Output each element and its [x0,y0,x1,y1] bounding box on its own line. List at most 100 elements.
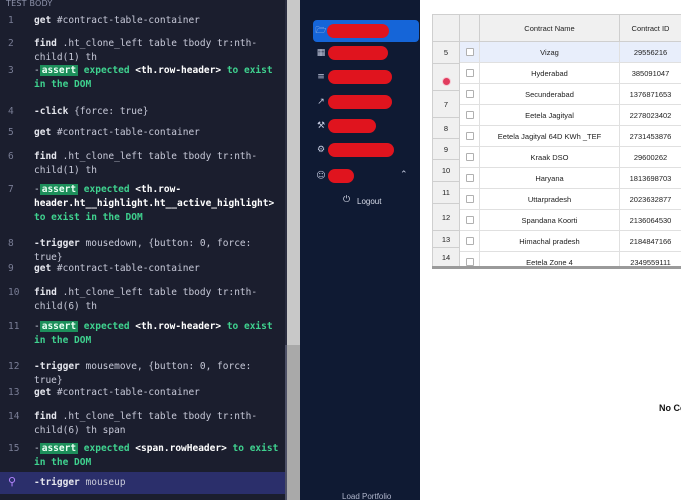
row-checkbox[interactable] [465,111,474,119]
command-row[interactable]: ⚲ -trigger mouseup [0,472,287,494]
cell-contract-id[interactable]: 385091047 [620,63,681,84]
cell-contract-name[interactable]: Spandana Koorti [480,210,620,231]
row-header[interactable]: 5 [433,42,460,64]
command-row[interactable]: 6 find .ht_clone_left table tbody tr:nth-… [0,150,287,178]
command-text: -trigger mouseup [34,476,280,490]
row-checkbox[interactable] [465,237,474,245]
row-checkbox[interactable] [465,48,474,56]
cell-contract-id[interactable]: 2023632877 [620,189,681,210]
cell-contract-name[interactable]: Kraak DSO [480,147,620,168]
row-header[interactable]: 12 [433,204,460,231]
cell-contract-name[interactable]: Uttarpradesh [480,189,620,210]
cell-contract-name[interactable]: Secunderabad [480,84,620,105]
command-row[interactable]: 1 get #contract-table-container [0,14,287,28]
cell-contract-id[interactable]: 2278023402 [620,105,681,126]
assert-badge: assert [39,184,79,195]
cell-contract-id[interactable]: 2731453876 [620,126,681,147]
row-checkbox-cell[interactable] [460,126,480,147]
cell-contract-name[interactable]: Haryana [480,168,620,189]
command-row[interactable]: 12 -trigger mousemove, {button: 0, force:… [0,360,287,388]
row-header[interactable]: 10 [433,160,460,182]
cell-contract-name[interactable]: Eetela Jagityal 64D KWh _TEF [480,126,620,147]
cell-contract-name[interactable]: Himachal pradesh [480,231,620,252]
divider-scroll-thumb[interactable] [287,345,300,500]
row-checkbox[interactable] [465,90,474,98]
cell-contract-name[interactable]: Eetela Jagityal [480,105,620,126]
table-horizontal-scrollbar[interactable] [432,266,681,269]
command-name: get [34,263,52,274]
command-number: 6 [8,151,14,162]
row-checkbox[interactable] [465,258,474,266]
sidebar-item-4[interactable]: ↗Analytics [312,91,420,113]
load-portfolio-button[interactable]: Load Portfolio [342,492,391,500]
command-row[interactable]: 9 get #contract-table-container [0,262,287,276]
corner-header [433,15,460,42]
row-checkbox[interactable] [465,69,474,77]
row-header[interactable]: 9 [433,139,460,160]
app-sidebar: 🗁Contracts▦Calendar≡Reports↗Analytics⚒To… [300,0,420,500]
chevron-up-icon[interactable]: ⌃ [400,170,408,180]
sidebar-item-2[interactable]: ▦Calendar [312,42,420,64]
row-checkbox-cell[interactable] [460,84,480,105]
cell-contract-id[interactable]: 29600262 [620,147,681,168]
command-text: - assert expected <th.row-header.ht__high… [34,184,275,223]
assert-expected: expected [83,321,130,332]
row-header[interactable]: 7 [433,91,460,118]
logout-button[interactable]: Logout [357,197,381,206]
command-row[interactable]: 8 -trigger mousedown, {button: 0, force: … [0,237,287,265]
row-checkbox-cell[interactable] [460,63,480,84]
command-row[interactable]: 14 find .ht_clone_left table tbody tr:nth… [0,410,287,438]
cell-contract-id[interactable]: 1813698703 [620,168,681,189]
row-checkbox-cell[interactable] [460,231,480,252]
row-checkbox-cell[interactable] [460,147,480,168]
row-checkbox-cell[interactable] [460,189,480,210]
command-number: 10 [8,287,20,298]
command-number: 15 [8,443,20,454]
row-header[interactable]: 11 [433,182,460,204]
row-header[interactable]: 14 [433,248,460,267]
row-header[interactable]: 13 [433,231,460,248]
row-checkbox[interactable] [465,132,474,140]
sidebar-item-7[interactable]: ☺User ⌃ [312,165,420,187]
command-row[interactable]: 7 - assert expected <th.row-header.ht__hig… [0,183,287,225]
row-checkbox[interactable] [465,174,474,182]
row-checkbox[interactable] [465,216,474,224]
command-row[interactable]: 11 - assert expected <th.row-header> to ex… [0,320,287,348]
cell-contract-id[interactable]: 29556216 [620,42,681,63]
row-checkbox-cell[interactable] [460,42,480,63]
command-row[interactable]: 4 -click {force: true} [0,105,287,119]
command-argument: mouseup [85,477,126,488]
command-row[interactable]: 5 get #contract-table-container [0,126,287,140]
cell-contract-name[interactable]: Hyderabad [480,63,620,84]
command-row[interactable]: 2 find .ht_clone_left table tbody tr:nth-… [0,37,287,65]
sidebar-item-1[interactable]: 🗁Contracts [313,20,419,42]
logout-icon: ⏻ [343,195,351,205]
column-header-contract-name[interactable]: Contract Name [480,15,620,42]
command-row[interactable]: 15 - assert expected <span.rowHeader> to e… [0,442,287,470]
command-number: 12 [8,361,20,372]
contract-table-container: Contract Name Contract ID Vizag 29556216 Hyd… [432,14,681,268]
command-argument: .ht_clone_left table tbody tr:nth-child(… [34,38,258,63]
row-header[interactable]: 8 [433,118,460,139]
redacted-label: Calendar [328,46,388,60]
row-checkbox[interactable] [465,195,474,203]
sidebar-item-6[interactable]: ⚙Settings [312,139,420,161]
sidebar-item-3[interactable]: ≡Reports [312,66,420,88]
cell-contract-id[interactable]: 2136064530 [620,210,681,231]
cell-contract-id[interactable]: 2184847166 [620,231,681,252]
row-checkbox-cell[interactable] [460,105,480,126]
command-text: - assert expected <span.rowHeader> to exi… [34,443,279,468]
cell-contract-name[interactable]: Vizag [480,42,620,63]
command-row[interactable]: 13 get #contract-table-container [0,386,287,400]
sidebar-item-5[interactable]: ⚒Tools [312,115,420,137]
column-header-contract-id[interactable]: Contract ID [620,15,681,42]
row-checkbox-cell[interactable] [460,168,480,189]
redacted-label: Tools [328,119,376,133]
cell-contract-id[interactable]: 1376871653 [620,84,681,105]
row-checkbox[interactable] [465,153,474,161]
calendar-icon: ▦ [316,48,326,58]
command-row[interactable]: 10 find .ht_clone_left table tbody tr:nth… [0,286,287,314]
row-checkbox-cell[interactable] [460,210,480,231]
command-text: get #contract-table-container [34,386,280,400]
command-row[interactable]: 3 - assert expected <th.row-header> to exi… [0,64,287,92]
